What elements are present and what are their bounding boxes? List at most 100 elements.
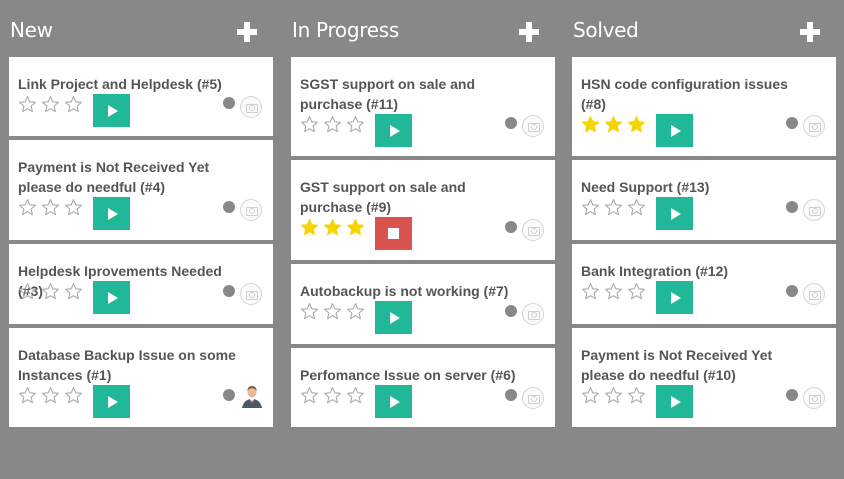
camera-placeholder-icon[interactable]: [240, 283, 262, 305]
star-icon[interactable]: [64, 198, 87, 218]
status-dot-icon[interactable]: [505, 389, 517, 401]
camera-placeholder-icon[interactable]: [522, 387, 544, 409]
ticket-card[interactable]: Link Project and Helpdesk (#5): [9, 57, 273, 136]
star-icon[interactable]: [346, 302, 369, 322]
ticket-card[interactable]: Database Backup Issue on some Instances …: [9, 328, 273, 427]
star-icon[interactable]: [627, 386, 650, 406]
star-icon[interactable]: [323, 302, 346, 322]
star-icon[interactable]: [346, 218, 369, 238]
star-icon[interactable]: [346, 115, 369, 135]
start-timer-button[interactable]: [93, 281, 130, 314]
ticket-card[interactable]: Payment is Not Received Yet please do ne…: [572, 328, 836, 427]
star-icon[interactable]: [41, 95, 64, 115]
start-timer-button[interactable]: [656, 385, 693, 418]
star-icon[interactable]: [18, 282, 41, 302]
star-icon[interactable]: [581, 282, 604, 302]
star-icon[interactable]: [604, 115, 627, 135]
ticket-title[interactable]: Bank Integration (#12): [581, 261, 807, 281]
plus-icon[interactable]: [519, 22, 539, 42]
star-icon[interactable]: [41, 198, 64, 218]
ticket-card[interactable]: Bank Integration (#12): [572, 244, 836, 324]
ticket-title[interactable]: Link Project and Helpdesk (#5): [18, 74, 244, 94]
star-icon[interactable]: [300, 302, 323, 322]
ticket-card[interactable]: Need Support (#13): [572, 160, 836, 240]
star-icon[interactable]: [18, 95, 41, 115]
camera-placeholder-icon[interactable]: [522, 115, 544, 137]
camera-placeholder-icon[interactable]: [803, 115, 825, 137]
star-icon[interactable]: [581, 115, 604, 135]
star-icon[interactable]: [300, 386, 323, 406]
star-icon[interactable]: [64, 95, 87, 115]
star-icon[interactable]: [627, 282, 650, 302]
star-icon[interactable]: [18, 386, 41, 406]
ticket-card[interactable]: GST support on sale and purchase (#9): [291, 160, 555, 260]
ticket-card[interactable]: Autobackup is not working (#7): [291, 264, 555, 344]
ticket-card[interactable]: Perfomance Issue on server (#6): [291, 348, 555, 427]
status-dot-icon[interactable]: [786, 117, 798, 129]
star-icon[interactable]: [41, 282, 64, 302]
start-timer-button[interactable]: [375, 301, 412, 334]
priority-stars: [300, 218, 369, 238]
camera-placeholder-icon[interactable]: [240, 96, 262, 118]
star-icon[interactable]: [627, 198, 650, 218]
status-dot-icon[interactable]: [786, 201, 798, 213]
star-icon[interactable]: [18, 198, 41, 218]
camera-placeholder-icon[interactable]: [803, 387, 825, 409]
status-dot-icon[interactable]: [223, 97, 235, 109]
start-timer-button[interactable]: [375, 385, 412, 418]
status-dot-icon[interactable]: [505, 117, 517, 129]
star-icon[interactable]: [323, 115, 346, 135]
status-dot-icon[interactable]: [223, 285, 235, 297]
ticket-title[interactable]: GST support on sale and purchase (#9): [300, 177, 526, 217]
ticket-card[interactable]: HSN code configuration issues (#8): [572, 57, 836, 156]
ticket-card[interactable]: SGST support on sale and purchase (#11): [291, 57, 555, 156]
star-icon[interactable]: [64, 386, 87, 406]
plus-icon[interactable]: [800, 22, 820, 42]
ticket-title[interactable]: Payment is Not Received Yet please do ne…: [581, 345, 807, 385]
status-dot-icon[interactable]: [223, 201, 235, 213]
ticket-title[interactable]: SGST support on sale and purchase (#11): [300, 74, 526, 114]
column-header: In Progress: [291, 0, 555, 56]
star-icon[interactable]: [627, 115, 650, 135]
ticket-title[interactable]: Perfomance Issue on server (#6): [300, 365, 526, 385]
status-dot-icon[interactable]: [505, 221, 517, 233]
start-timer-button[interactable]: [656, 197, 693, 230]
avatar[interactable]: [240, 382, 264, 408]
ticket-title[interactable]: Need Support (#13): [581, 177, 807, 197]
status-dot-icon[interactable]: [505, 305, 517, 317]
status-dot-icon[interactable]: [786, 285, 798, 297]
plus-icon[interactable]: [237, 22, 257, 42]
star-icon[interactable]: [346, 386, 369, 406]
stop-timer-button[interactable]: [375, 217, 412, 250]
start-timer-button[interactable]: [93, 94, 130, 127]
camera-placeholder-icon[interactable]: [803, 199, 825, 221]
status-dot-icon[interactable]: [223, 389, 235, 401]
ticket-title[interactable]: Autobackup is not working (#7): [300, 281, 526, 301]
start-timer-button[interactable]: [93, 197, 130, 230]
star-icon[interactable]: [300, 218, 323, 238]
star-icon[interactable]: [300, 115, 323, 135]
star-icon[interactable]: [41, 386, 64, 406]
star-icon[interactable]: [604, 386, 627, 406]
start-timer-button[interactable]: [656, 281, 693, 314]
start-timer-button[interactable]: [656, 114, 693, 147]
star-icon[interactable]: [323, 218, 346, 238]
camera-placeholder-icon[interactable]: [522, 219, 544, 241]
start-timer-button[interactable]: [93, 385, 130, 418]
star-icon[interactable]: [64, 282, 87, 302]
ticket-card[interactable]: Helpdesk Iprovements Needed (#3): [9, 244, 273, 324]
camera-placeholder-icon[interactable]: [522, 303, 544, 325]
star-icon[interactable]: [604, 282, 627, 302]
ticket-title[interactable]: Payment is Not Received Yet please do ne…: [18, 157, 244, 197]
camera-placeholder-icon[interactable]: [240, 199, 262, 221]
status-dot-icon[interactable]: [786, 389, 798, 401]
star-icon[interactable]: [581, 386, 604, 406]
start-timer-button[interactable]: [375, 114, 412, 147]
ticket-title[interactable]: Database Backup Issue on some Instances …: [18, 345, 244, 385]
ticket-card[interactable]: Payment is Not Received Yet please do ne…: [9, 140, 273, 240]
ticket-title[interactable]: HSN code configuration issues (#8): [581, 74, 807, 114]
star-icon[interactable]: [581, 198, 604, 218]
star-icon[interactable]: [323, 386, 346, 406]
camera-placeholder-icon[interactable]: [803, 283, 825, 305]
star-icon[interactable]: [604, 198, 627, 218]
